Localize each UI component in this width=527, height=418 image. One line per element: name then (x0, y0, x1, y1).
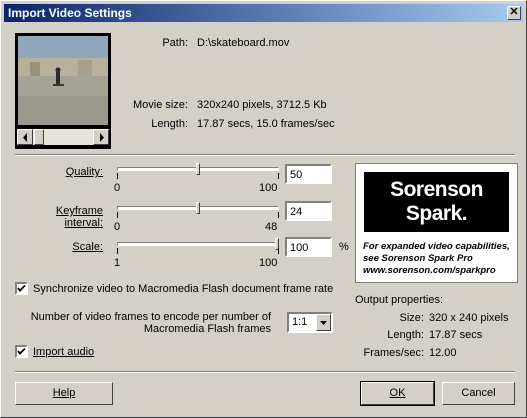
video-preview (15, 33, 111, 149)
chevron-down-icon (320, 321, 327, 325)
scale-max-label: 100 (259, 257, 278, 269)
logo-line1: Sorenson (390, 178, 483, 201)
keyframe-min-label: 0 (114, 221, 121, 233)
scale-unit: % (339, 241, 349, 253)
logo-line2: Spark. (405, 202, 468, 225)
import-audio-label: Import audio (33, 346, 95, 358)
quality-tick-min (117, 173, 118, 179)
quality-label: Quality: (65, 166, 103, 178)
ok-button[interactable]: OK (360, 381, 435, 406)
checkmark-icon (17, 284, 26, 292)
keyframe-tick-min (117, 212, 118, 218)
output-heading: Output properties: (355, 294, 444, 306)
quality-tick-max (278, 173, 279, 179)
output-fps-label: Frames/sec: (363, 347, 424, 359)
arrow-left-icon (23, 133, 27, 142)
movie-size-label: Movie size: (132, 99, 188, 111)
video-frame-image (18, 36, 108, 125)
movie-size-value: 320x240 pixels, 3712.5 Kb (197, 99, 327, 111)
output-length-value: 17.87 secs (429, 329, 483, 341)
divider-bottom (15, 371, 515, 373)
keyframe-input[interactable]: 24 (285, 201, 332, 221)
output-size-label: Size: (399, 312, 424, 324)
close-icon: ✕ (509, 6, 519, 18)
output-length-label: Length: (387, 329, 424, 341)
frames-ratio-value: 1:1 (292, 316, 308, 328)
path-value: D:\skateboard.mov (197, 37, 290, 49)
arrow-right-icon (100, 133, 104, 142)
import-video-settings-dialog: Import Video Settings ✕ Path: D:\skatebo… (0, 0, 527, 418)
cancel-button[interactable]: Cancel (442, 382, 515, 405)
keyframe-max-label: 48 (265, 221, 278, 233)
scale-label: Scale: (72, 241, 103, 253)
scroll-right-button[interactable] (93, 129, 109, 145)
scale-input[interactable]: 100 (285, 237, 332, 257)
scroll-left-button[interactable] (17, 129, 33, 145)
sorenson-logo-panel: Sorenson Spark. For expanded video capab… (355, 163, 518, 283)
scale-min-label: 1 (114, 257, 121, 269)
frames-ratio-label-line2: Macromedia Flash frames (143, 323, 271, 335)
sync-checkbox[interactable] (15, 282, 28, 295)
keyframe-tick-max (278, 212, 279, 218)
keyframe-slider-thumb[interactable] (196, 202, 200, 214)
scroll-thumb[interactable] (34, 129, 44, 145)
length-value: 17.87 secs, 15.0 frames/sec (197, 118, 335, 130)
logo-info-line2: see Sorenson Spark Pro (363, 253, 473, 264)
scale-slider-track[interactable] (117, 242, 279, 246)
output-size-value: 320 x 240 pixels (429, 312, 509, 324)
close-button[interactable]: ✕ (507, 6, 521, 20)
logo-info-line1: For expanded video capabilities, (363, 241, 510, 252)
checkmark-icon (17, 347, 26, 355)
window-title: Import Video Settings (8, 6, 132, 20)
path-label: Path: (162, 37, 188, 49)
divider-top (15, 154, 515, 156)
scale-tick-max (278, 248, 279, 254)
title-bar: Import Video Settings ✕ (4, 4, 523, 22)
frames-ratio-label-line1: Number of video frames to encode per num… (30, 311, 271, 323)
logo-info-line3: www.sorenson.com/sparkpro (363, 265, 496, 276)
output-fps-value: 12.00 (429, 347, 457, 359)
import-audio-checkbox[interactable] (15, 345, 28, 358)
quality-input[interactable]: 50 (285, 164, 332, 184)
sync-label: Synchronize video to Macromedia Flash do… (33, 283, 334, 295)
quality-slider-thumb[interactable] (196, 163, 200, 175)
preview-scrollbar[interactable] (17, 129, 109, 145)
scale-tick-min (117, 248, 118, 254)
length-label: Length: (151, 118, 188, 130)
keyframe-label: Keyframe interval: (55, 205, 103, 229)
quality-min-label: 0 (114, 182, 121, 194)
logo-info-text: For expanded video capabilities, see Sor… (363, 241, 515, 277)
quality-max-label: 100 (259, 182, 278, 194)
frames-ratio-select[interactable]: 1:1 (287, 312, 333, 333)
frames-ratio-dropdown-button[interactable] (316, 314, 331, 331)
sorenson-logo: Sorenson Spark. (364, 172, 509, 232)
help-button[interactable]: Help (15, 382, 113, 405)
